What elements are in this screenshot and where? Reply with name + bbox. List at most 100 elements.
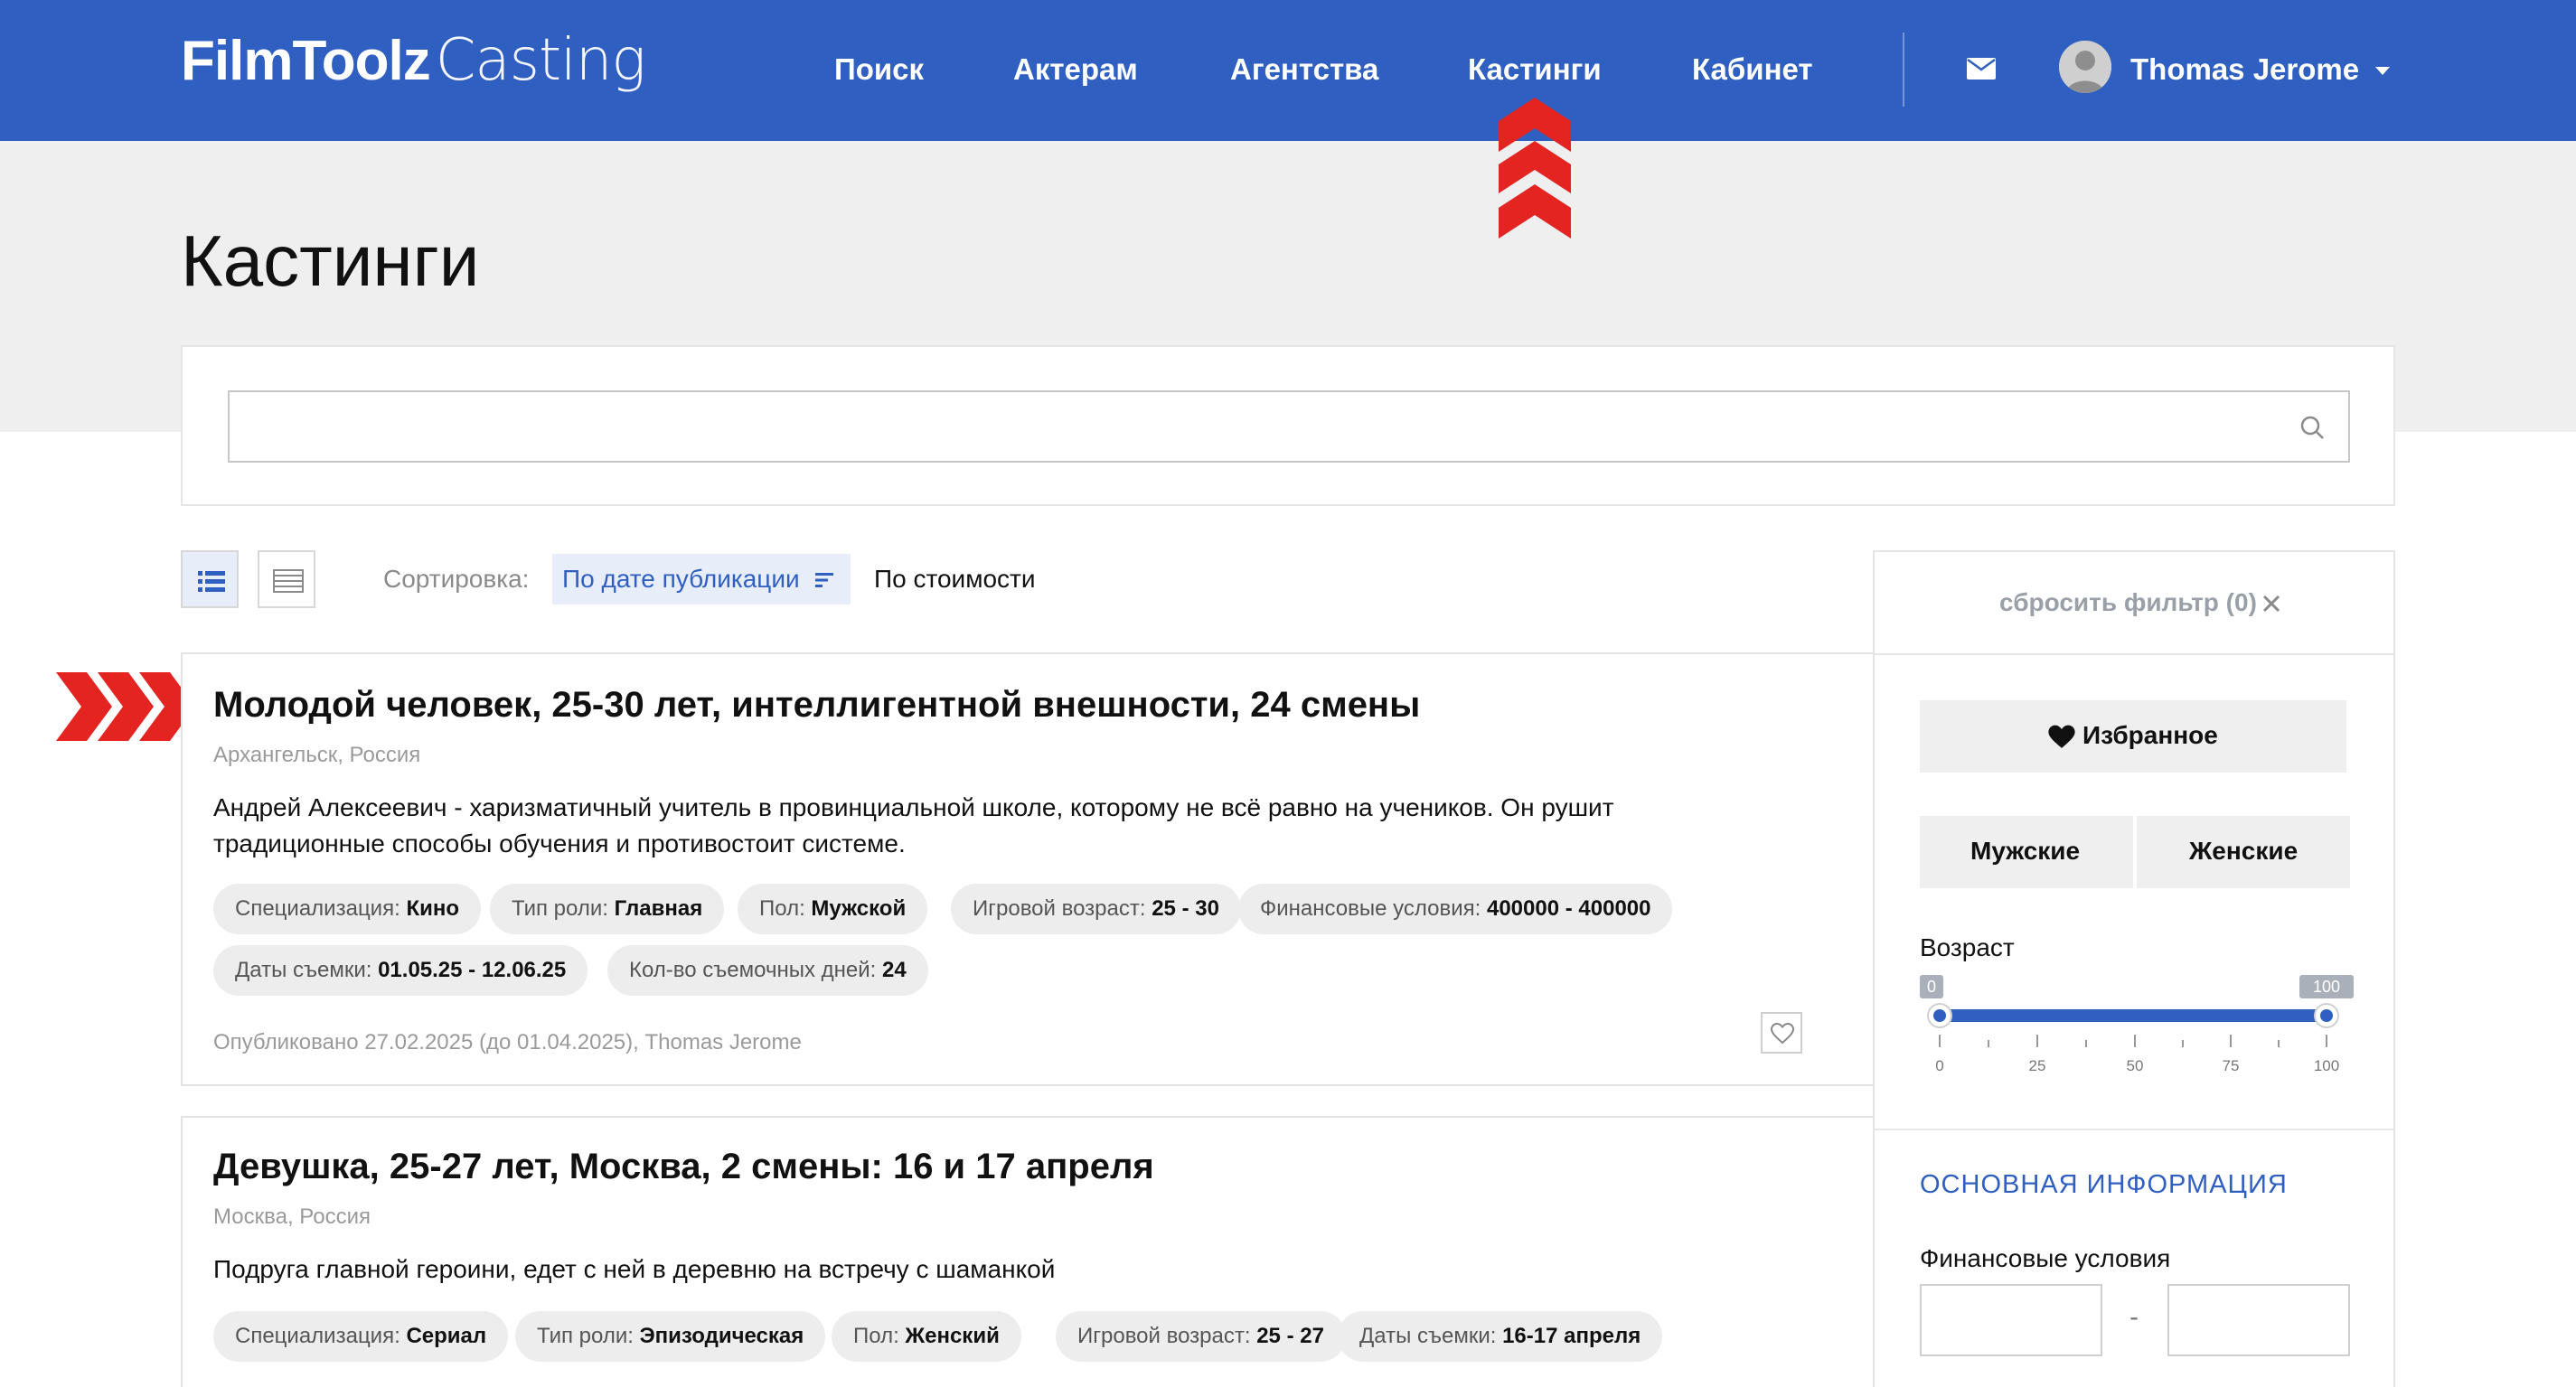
- casting-meta: Опубликовано 27.02.2025 (до 01.04.2025),…: [213, 1030, 802, 1054]
- tag-value: 400000 - 400000: [1486, 896, 1651, 921]
- age-range-slider[interactable]: 0 100 0 25 50 75 100: [1920, 971, 2372, 1107]
- casting-location: Москва, Россия: [213, 1204, 371, 1229]
- favorites-filter-button[interactable]: Избранное: [1920, 700, 2346, 773]
- tag-dates: Даты съемки: 16-17 апреля: [1338, 1311, 1663, 1362]
- age-min-handle-dot: [1933, 1009, 1946, 1022]
- female-filter-label: Женские: [2189, 837, 2299, 865]
- age-track: [1940, 1009, 2325, 1022]
- tag-value: 25 - 27: [1256, 1324, 1324, 1348]
- nav-item-cabinet[interactable]: Кабинет: [1692, 52, 1813, 87]
- reset-filter-button[interactable]: сбросить фильтр (0): [1999, 588, 2257, 617]
- tag-specialization: Специализация: Кино: [213, 884, 481, 934]
- age-tick-label: 0: [1935, 1057, 1943, 1074]
- tag-key: Даты съемки:: [235, 958, 372, 982]
- heart-icon: [2048, 725, 2075, 748]
- sort-by-price-button[interactable]: По стоимости: [874, 565, 1036, 594]
- mail-icon[interactable]: [1967, 58, 1996, 80]
- male-filter-button[interactable]: Мужские: [1920, 816, 2133, 888]
- annotation-up-arrow-icon: [1499, 98, 1571, 239]
- nav-item-castings[interactable]: Кастинги: [1468, 52, 1602, 87]
- tag-gender: Пол: Женский: [832, 1311, 1021, 1362]
- compact-view-icon: [273, 569, 304, 593]
- compact-view-button[interactable]: [258, 550, 315, 608]
- section-heading: ОСНОВНАЯ ИНФОРМАЦИЯ: [1920, 1170, 2288, 1199]
- tag-dates: Даты съемки: 01.05.25 - 12.06.25: [213, 945, 588, 996]
- page-title: Кастинги: [181, 220, 480, 301]
- tag-value: 25 - 30: [1152, 896, 1219, 921]
- age-tick-label: 75: [2223, 1057, 2240, 1074]
- tag-key: Тип роли:: [512, 896, 608, 921]
- sort-label: Сортировка:: [383, 565, 530, 593]
- tag-key: Финансовые условия:: [1260, 896, 1481, 921]
- tag-value: Мужской: [811, 896, 907, 921]
- tag-key: Пол:: [759, 896, 805, 921]
- casting-location: Архангельск, Россия: [213, 743, 421, 767]
- tag-key: Игровой возраст:: [1077, 1324, 1251, 1348]
- logo-bold-text: FilmToolz: [181, 30, 431, 92]
- search-panel: [181, 345, 2395, 506]
- top-navbar: FilmToolz Casting Поиск Актерам Агентств…: [0, 0, 2576, 141]
- tag-value: Сериал: [406, 1324, 487, 1348]
- list-view-button[interactable]: [181, 550, 239, 608]
- reset-filter-row: сбросить фильтр (0): [1875, 552, 2393, 655]
- age-min-badge: 0: [1927, 978, 1936, 996]
- caret-down-icon[interactable]: [2375, 67, 2390, 75]
- female-filter-button[interactable]: Женские: [2137, 816, 2350, 888]
- annotation-right-arrow-icon: [56, 672, 195, 741]
- tag-key: Тип роли:: [537, 1324, 634, 1348]
- tag-value: 24: [882, 958, 907, 982]
- user-name[interactable]: Thomas Jerome: [2130, 52, 2359, 87]
- favorites-filter-label: Избранное: [2082, 721, 2218, 749]
- age-ticks: [1939, 1035, 2327, 1047]
- logo[interactable]: FilmToolz Casting: [181, 27, 646, 99]
- sort-by-date-label: По дате публикации: [562, 565, 800, 593]
- tag-value: Кино: [406, 896, 459, 921]
- close-icon[interactable]: [2261, 594, 2281, 614]
- tag-finance: Финансовые условия: 400000 - 400000: [1238, 884, 1673, 934]
- finance-from-input[interactable]: [1920, 1284, 2102, 1356]
- filter-sidebar: сбросить фильтр (0) Избранное Мужские Же…: [1873, 550, 2395, 1387]
- tag-value: Женский: [905, 1324, 1000, 1348]
- tag-role-type: Тип роли: Эпизодическая: [515, 1311, 826, 1362]
- finance-to-input[interactable]: [2167, 1284, 2350, 1356]
- logo-light-text: Casting: [435, 27, 646, 94]
- tag-value: 01.05.25 - 12.06.25: [378, 958, 567, 982]
- tag-value: 16-17 апреля: [1502, 1324, 1641, 1348]
- tag-key: Даты съемки:: [1359, 1324, 1497, 1348]
- casting-description: Андрей Алексеевич - харизматичный учител…: [213, 793, 1614, 858]
- tag-value: Главная: [614, 896, 703, 921]
- search-icon[interactable]: [2299, 415, 2325, 440]
- tag-gender: Пол: Мужской: [738, 884, 928, 934]
- search-input[interactable]: [228, 390, 2350, 463]
- age-max-handle-dot: [2320, 1009, 2333, 1022]
- tag-key: Специализация:: [235, 896, 400, 921]
- sort-by-date-button[interactable]: По дате публикации: [552, 554, 851, 604]
- tag-age: Игровой возраст: 25 - 27: [1056, 1311, 1346, 1362]
- sort-icon: [815, 573, 833, 587]
- age-tick-label: 25: [2029, 1057, 2046, 1074]
- age-max-badge: 100: [2313, 978, 2340, 996]
- male-filter-label: Мужские: [1970, 837, 2081, 865]
- tag-specialization: Специализация: Сериал: [213, 1311, 509, 1362]
- list-view-icon: [198, 571, 225, 592]
- heart-outline-icon: [1771, 1023, 1794, 1045]
- avatar-icon[interactable]: [2059, 41, 2111, 93]
- casting-card: Девушка, 25-27 лет, Москва, 2 смены: 16 …: [181, 1116, 2015, 1387]
- nav-item-agencies[interactable]: Агентства: [1230, 52, 1378, 87]
- age-tick-label: 100: [2314, 1057, 2339, 1074]
- tag-role-type: Тип роли: Главная: [490, 884, 725, 934]
- casting-title[interactable]: Молодой человек, 25-30 лет, интеллигентн…: [213, 685, 1420, 726]
- casting-title[interactable]: Девушка, 25-27 лет, Москва, 2 смены: 16 …: [213, 1147, 1154, 1187]
- tag-age: Игровой возраст: 25 - 30: [951, 884, 1241, 934]
- casting-card: Молодой человек, 25-30 лет, интеллигентн…: [181, 652, 2015, 1086]
- nav-item-actors[interactable]: Актерам: [1013, 52, 1138, 87]
- tag-key: Игровой возраст:: [973, 896, 1146, 921]
- age-label: Возраст: [1920, 933, 2015, 961]
- age-tick-label: 50: [2127, 1057, 2144, 1074]
- tag-key: Кол-во съемочных дней:: [629, 958, 877, 982]
- tag-key: Специализация:: [235, 1324, 400, 1348]
- sidebar-divider: [1875, 1129, 2393, 1130]
- finance-label: Финансовые условия: [1920, 1244, 2171, 1272]
- favorite-button[interactable]: [1761, 1012, 1802, 1054]
- nav-item-search[interactable]: Поиск: [834, 52, 924, 87]
